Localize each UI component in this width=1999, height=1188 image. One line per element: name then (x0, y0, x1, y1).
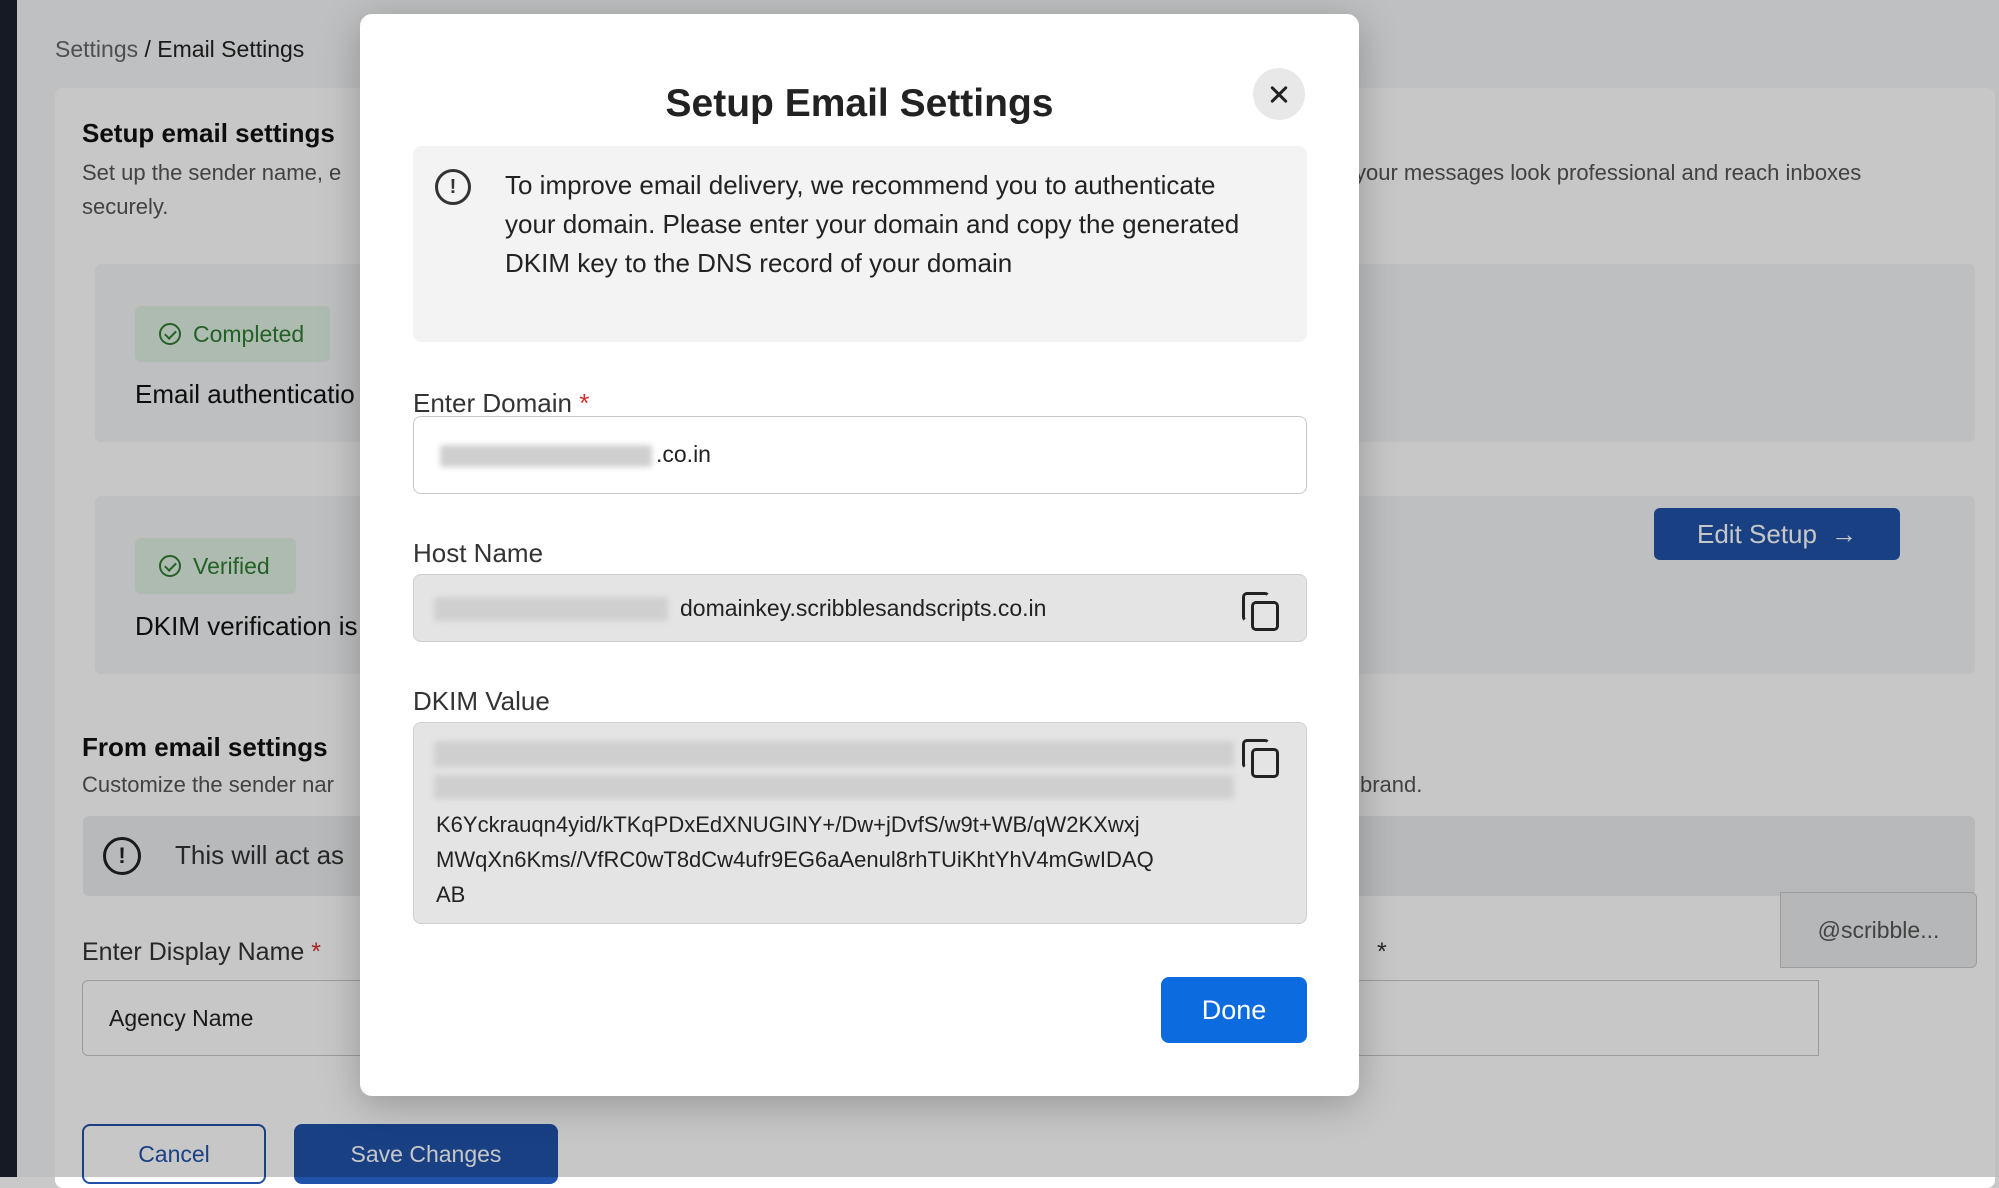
done-button[interactable]: Done (1161, 977, 1307, 1043)
page: Settings / Email Settings Setup email se… (0, 0, 1999, 1188)
redacted-domain (440, 445, 652, 467)
copy-icon[interactable] (1242, 739, 1279, 778)
required-marker: * (579, 388, 590, 418)
info-box: ! To improve email delivery, we recommen… (413, 146, 1307, 342)
setup-email-modal: Setup Email Settings ! To improve email … (360, 14, 1359, 1096)
modal-title: Setup Email Settings (665, 82, 1054, 125)
host-name-value: domainkey.scribblesandscripts.co.in (680, 595, 1047, 621)
host-name-label: Host Name (413, 538, 544, 568)
host-name-field: domainkey.scribblesandscripts.co.in (413, 574, 1307, 642)
redacted-dkim-line2 (434, 775, 1234, 799)
domain-input[interactable]: .co.in (413, 416, 1307, 494)
dkim-text: K6Yckrauqn4yid/kTKqPDxEdXNUGINY+/Dw+jDvf… (436, 807, 1266, 912)
domain-label: Enter Domain * (413, 388, 589, 419)
dkim-line: AB (436, 882, 466, 907)
close-button[interactable] (1253, 68, 1305, 120)
redacted-host (434, 597, 668, 621)
dkim-value-field: K6Yckrauqn4yid/kTKqPDxEdXNUGINY+/Dw+jDvf… (413, 722, 1307, 924)
dkim-line: K6Yckrauqn4yid/kTKqPDxEdXNUGINY+/Dw+jDvf… (436, 812, 1140, 837)
domain-label-text: Enter Domain (413, 388, 572, 418)
dkim-line: MWqXn6Kms//VfRC0wT8dCw4ufr9EG6aAenul8rhT… (436, 847, 1154, 872)
info-text: To improve email delivery, we recommend … (505, 170, 1240, 278)
domain-value: .co.in (656, 441, 711, 467)
info-icon: ! (435, 169, 471, 205)
copy-icon[interactable] (1242, 592, 1279, 631)
dkim-value-label: DKIM Value (413, 686, 550, 716)
redacted-dkim-line1 (434, 741, 1234, 767)
